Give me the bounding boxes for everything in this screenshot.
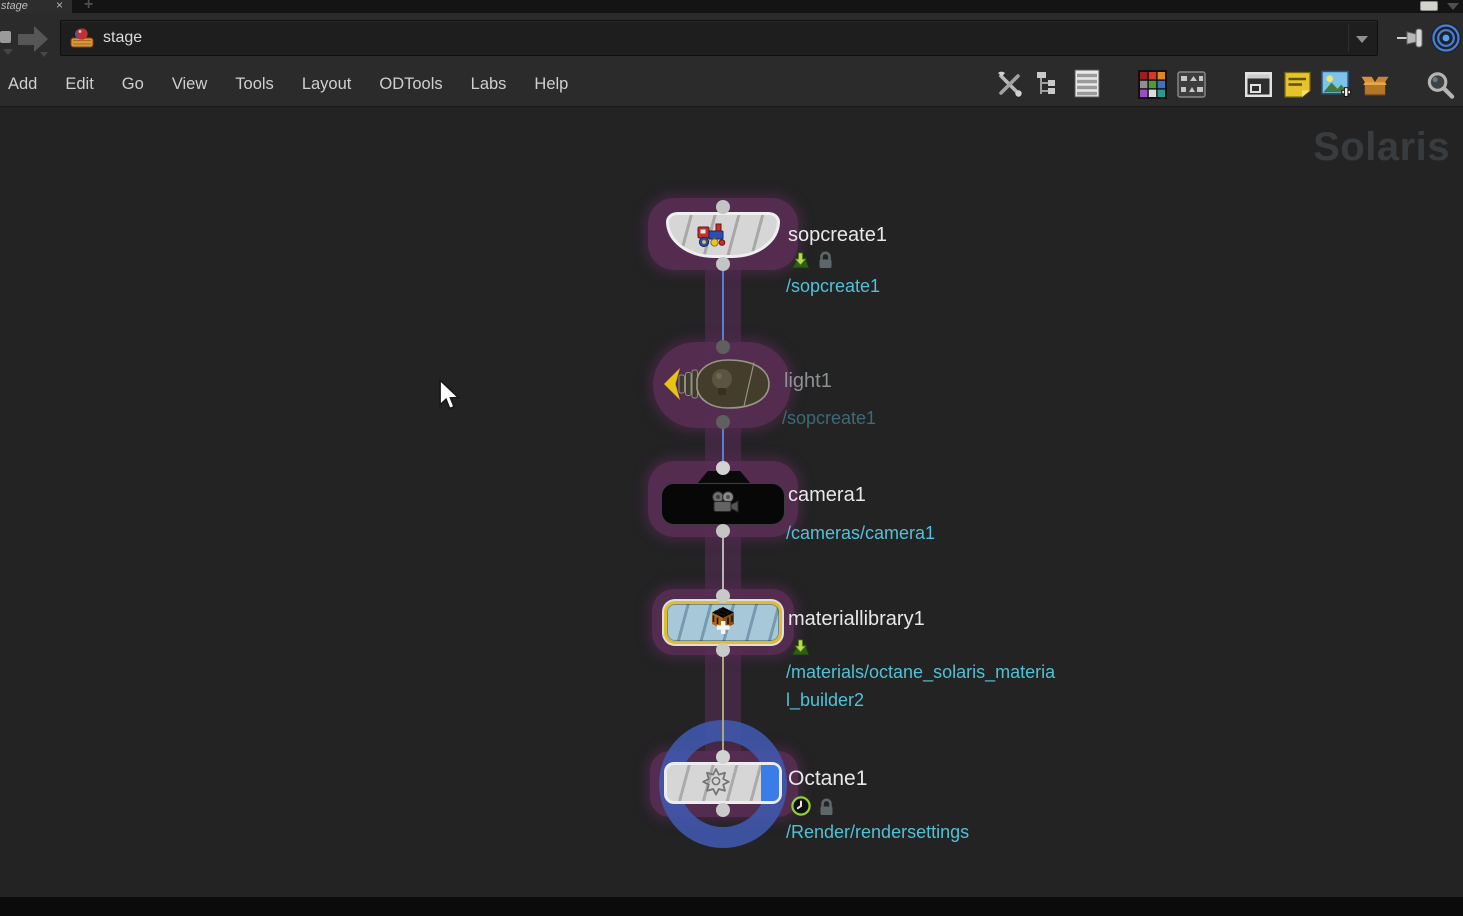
network-path-field[interactable]: stage (60, 20, 1378, 56)
add-image-icon[interactable] (1321, 69, 1351, 99)
octane-gear-icon (700, 765, 732, 802)
node-label-octane1[interactable]: Octane1 (788, 767, 867, 791)
color-palette-icon[interactable] (1137, 69, 1167, 99)
node-path-octane1[interactable]: /Render/rendersettings (786, 822, 969, 843)
wire-materiallibrary1-octane1[interactable] (722, 649, 724, 757)
output-connector-light1[interactable] (716, 415, 730, 429)
bottom-bar (0, 897, 1463, 916)
tab-close-icon[interactable]: × (56, 0, 63, 12)
forward-button[interactable] (18, 34, 34, 45)
pane-menu-arrow-icon[interactable] (1447, 3, 1459, 10)
menu-bar: Add Edit Go View Tools Layout ODTools La… (0, 62, 1463, 107)
node-path-light1[interactable]: /sopcreate1 (782, 408, 876, 429)
menu-go[interactable]: Go (108, 62, 158, 106)
shape-palette-icon[interactable] (1176, 69, 1206, 99)
lock-badge-icon (818, 798, 835, 821)
sopcreate-train-icon (696, 221, 728, 254)
output-connector-octane1[interactable] (716, 803, 730, 817)
pane-maximize-button[interactable] (1420, 1, 1438, 11)
node-path-materiallibrary1-line2[interactable]: l_builder2 (786, 690, 864, 711)
menu-view[interactable]: View (158, 62, 221, 106)
node-label-camera1[interactable]: camera1 (788, 484, 866, 507)
search-icon[interactable] (1425, 69, 1455, 99)
menu-odtools[interactable]: ODTools (365, 62, 456, 106)
menu-labs[interactable]: Labs (457, 62, 521, 106)
input-connector-light1[interactable] (716, 340, 730, 354)
input-connector-materiallibrary1[interactable] (716, 589, 730, 603)
input-connector-octane1[interactable] (716, 750, 730, 764)
node-materiallibrary1[interactable] (664, 601, 782, 644)
node-octane1[interactable] (664, 762, 782, 804)
input-connector-sopcreate1[interactable] (716, 200, 730, 214)
wire-camera1-materiallibrary1[interactable] (722, 530, 724, 596)
material-cube-icon (709, 605, 737, 640)
back-button[interactable] (0, 31, 11, 43)
pin-pane-icon[interactable] (1396, 25, 1428, 56)
editor-toolbar (994, 62, 1463, 106)
sop-import-badge-icon (791, 639, 810, 661)
node-badges-sopcreate1 (791, 251, 834, 274)
mouse-cursor (437, 377, 463, 416)
node-label-sopcreate1[interactable]: sopcreate1 (788, 224, 887, 247)
output-connector-camera1[interactable] (716, 524, 730, 538)
node-path-sopcreate1[interactable]: /sopcreate1 (786, 276, 880, 297)
path-dropdown-arrow-icon[interactable] (1356, 36, 1368, 43)
menu-help[interactable]: Help (520, 62, 582, 106)
menu-items: Add Edit Go View Tools Layout ODTools La… (8, 62, 582, 106)
stage-icon (69, 27, 95, 55)
lock-badge-icon (817, 251, 834, 274)
node-camera1[interactable] (661, 483, 785, 525)
time-dependent-badge-icon (791, 796, 811, 821)
tools-icon[interactable] (994, 69, 1024, 99)
forward-history-arrow-icon[interactable] (40, 52, 48, 57)
back-history-arrow-icon[interactable] (3, 49, 13, 55)
menu-edit[interactable]: Edit (51, 62, 107, 106)
path-field-divider (1348, 24, 1349, 52)
path-field-value: stage (103, 29, 143, 46)
wire-sopcreate1-light1[interactable] (722, 263, 724, 347)
node-label-materiallibrary1[interactable]: materiallibrary1 (788, 608, 925, 631)
forward-arrow-icon[interactable] (34, 26, 48, 52)
list-view-icon[interactable] (1072, 69, 1102, 99)
node-light1[interactable] (663, 351, 777, 424)
node-badges-materiallibrary1 (791, 639, 810, 661)
node-label-light1[interactable]: light1 (784, 370, 832, 393)
node-path-materiallibrary1-line1[interactable]: /materials/octane_solaris_materia (786, 662, 1055, 683)
input-connector-camera1[interactable] (716, 461, 730, 475)
output-connector-sopcreate1[interactable] (716, 257, 730, 271)
node-badges-octane1 (791, 796, 835, 821)
tree-view-icon[interactable] (1033, 69, 1063, 99)
path-bar: stage (0, 13, 1463, 62)
menu-tools[interactable]: Tools (221, 62, 288, 106)
menu-add[interactable]: Add (8, 62, 51, 106)
tab-strip: stage × + (0, 0, 1463, 13)
sticky-note-icon[interactable] (1282, 69, 1312, 99)
camera-icon (705, 489, 741, 520)
new-tab-icon[interactable]: + (84, 0, 93, 13)
box-icon[interactable] (1360, 69, 1390, 99)
window-layout-icon[interactable] (1243, 69, 1273, 99)
houdini-network-editor: stage × + stage Add Edit Go View Tools L… (0, 0, 1463, 916)
solaris-watermark: Solaris (1313, 125, 1450, 169)
output-connector-materiallibrary1[interactable] (716, 643, 730, 657)
link-target-icon[interactable] (1430, 22, 1462, 59)
node-path-camera1[interactable]: /cameras/camera1 (786, 523, 935, 544)
display-flag[interactable] (761, 765, 779, 801)
menu-layout[interactable]: Layout (288, 62, 366, 106)
pane-tab-label: stage (1, 0, 28, 12)
sop-import-badge-icon (791, 252, 810, 274)
